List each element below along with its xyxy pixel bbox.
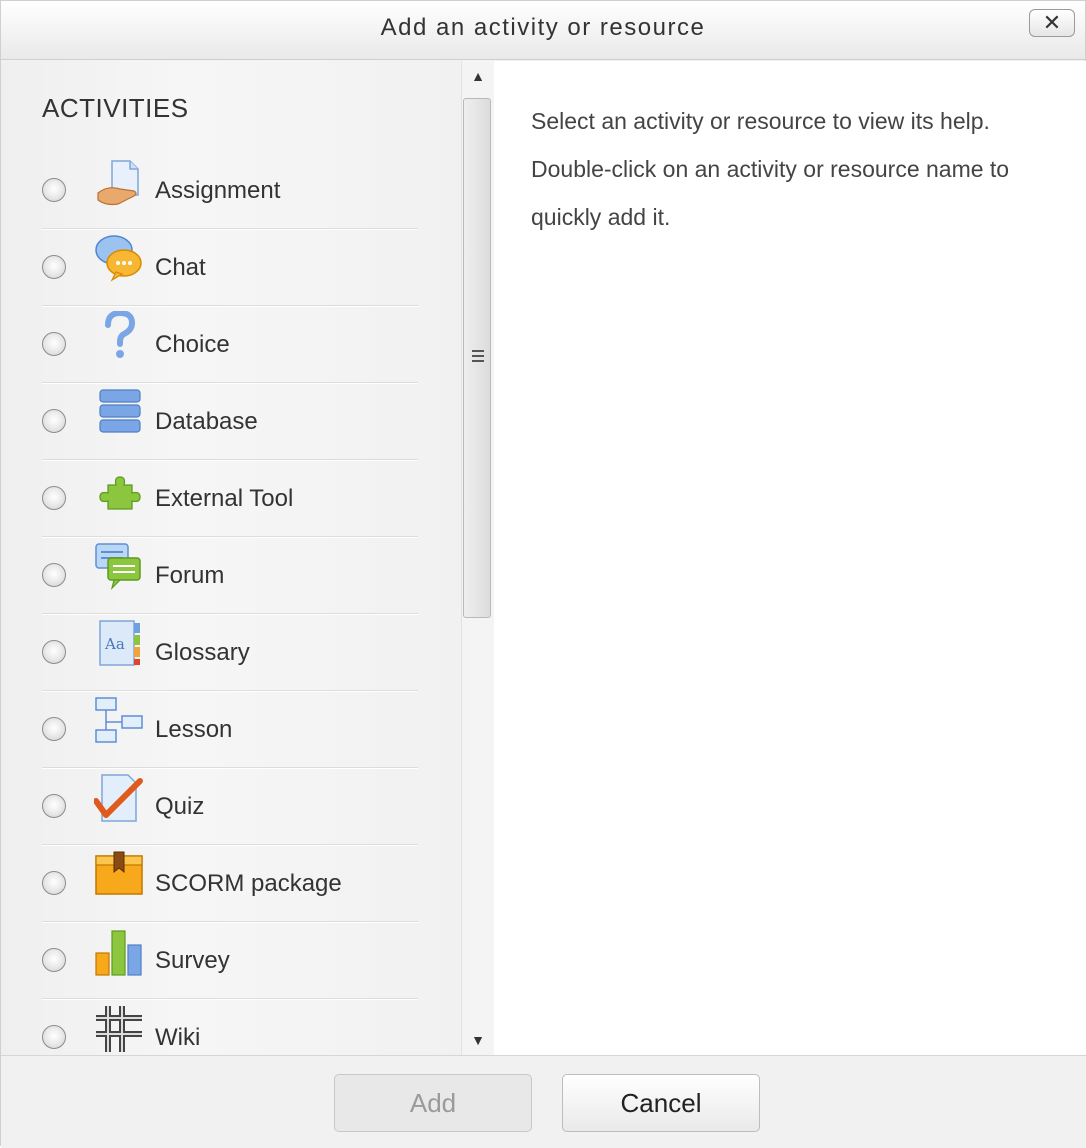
activity-label: Quiz [155,793,205,820]
grip-icon [472,350,484,364]
add-activity-dialog: Add an activity or resource ✕ ACTIVITIES… [0,0,1086,1148]
external-tool-icon [99,476,141,510]
activity-label: Lesson [155,716,233,743]
external-tool-radio[interactable] [42,486,66,510]
scorm-package-icon [95,851,143,895]
activity-item-survey[interactable]: Survey [42,923,418,1000]
activity-label: Wiki [155,1024,201,1051]
lesson-radio[interactable] [42,717,66,741]
activities-panel: ACTIVITIES Assignment Chat Choice Databa… [1,61,461,1055]
wiki-radio[interactable] [42,1025,66,1049]
chat-icon [95,235,142,282]
forum-icon [95,543,141,590]
dialog-titlebar: Add an activity or resource ✕ [1,1,1085,60]
activity-label: Forum [155,562,225,589]
wiki-icon [96,1006,142,1052]
activity-item-forum[interactable]: Forum [42,538,418,615]
dialog-title: Add an activity or resource [380,14,706,41]
quiz-icon [94,774,143,822]
svg-text:Aa: Aa [104,635,125,653]
activity-item-external-tool[interactable]: External Tool [42,461,418,538]
activity-label: Choice [155,331,230,358]
quiz-radio[interactable] [42,794,66,818]
lesson-icon [95,697,143,743]
activity-list: Assignment Chat Choice Database External… [42,153,418,1055]
survey-radio[interactable] [42,948,66,972]
scorm-package-radio[interactable] [42,871,66,895]
scroll-up-arrow-icon[interactable]: ▲ [462,61,494,91]
activity-item-glossary[interactable]: Aa Glossary [42,615,418,692]
dialog-footer: Add Cancel [1,1055,1086,1148]
activity-item-chat[interactable]: Chat [42,230,418,307]
assignment-radio[interactable] [42,178,66,202]
activity-label: Chat [155,254,206,281]
forum-radio[interactable] [42,563,66,587]
activity-list-scrollbar[interactable]: ▲ ▼ [461,61,494,1055]
section-title-activities: ACTIVITIES [42,93,189,123]
choice-icon [105,311,136,358]
cancel-button[interactable]: Cancel [562,1074,760,1132]
scroll-down-arrow-icon[interactable]: ▼ [462,1025,494,1055]
help-line-2: Double-click on an activity or resource … [531,156,1010,182]
close-icon: ✕ [1042,10,1062,35]
choice-radio[interactable] [42,332,66,356]
add-button[interactable]: Add [334,1074,532,1132]
scrollbar-thumb[interactable] [463,98,491,618]
close-button[interactable]: ✕ [1029,9,1075,37]
chat-radio[interactable] [42,255,66,279]
activity-label: Survey [155,947,230,974]
activity-label: Database [155,408,258,435]
activity-item-database[interactable]: Database [42,384,418,461]
database-icon [99,389,141,433]
activity-item-lesson[interactable]: Lesson [42,692,418,769]
database-radio[interactable] [42,409,66,433]
help-line-3: quickly add it. [531,204,671,230]
activity-label: SCORM package [155,870,342,897]
glossary-icon: Aa [99,620,140,666]
survey-icon [95,930,142,976]
activity-item-choice[interactable]: Choice [42,307,418,384]
activity-label: Assignment [155,177,281,204]
activity-item-scorm-package[interactable]: SCORM package [42,846,418,923]
glossary-radio[interactable] [42,640,66,664]
activity-item-quiz[interactable]: Quiz [42,769,418,846]
activity-label: External Tool [155,485,294,512]
help-panel: Select an activity or resource to view i… [494,61,1086,1055]
activity-item-wiki[interactable]: Wiki [42,1000,418,1055]
activity-item-assignment[interactable]: Assignment [42,153,418,230]
assignment-icon [97,160,139,206]
help-line-1: Select an activity or resource to view i… [531,108,990,134]
activity-label: Glossary [155,639,250,666]
